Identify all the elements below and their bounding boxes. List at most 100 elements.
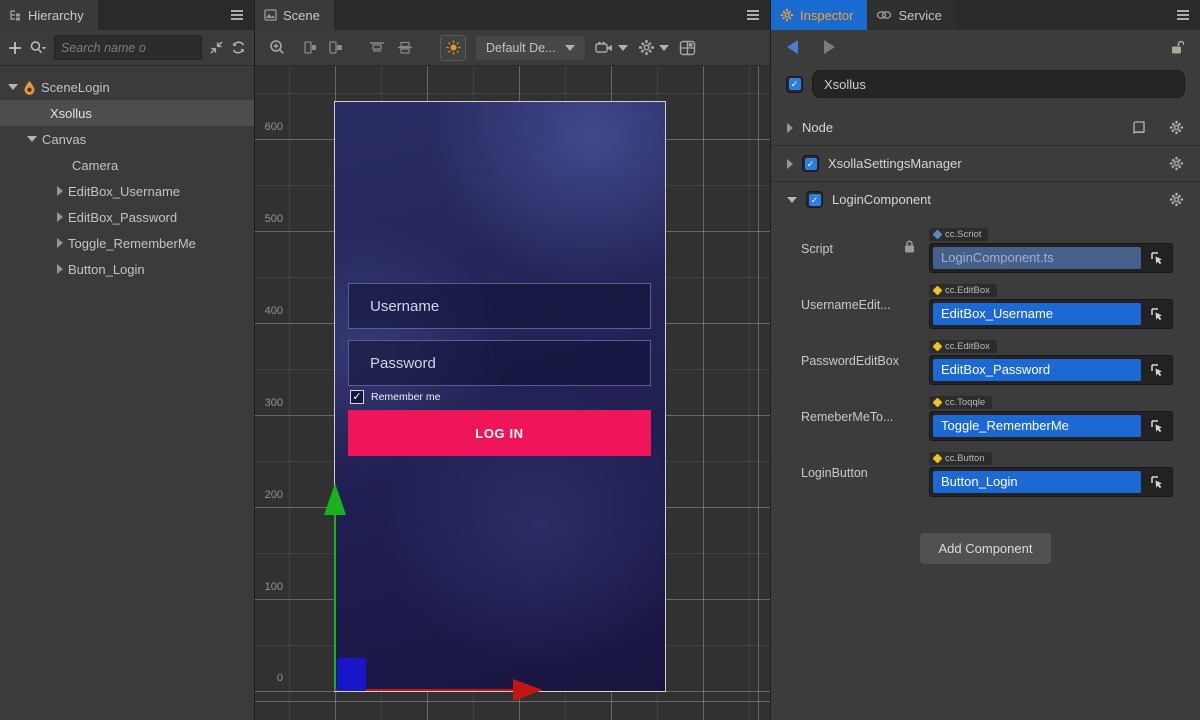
script-asset-field[interactable]: LoginComponent.ts <box>933 247 1141 269</box>
ruler-label: 500 <box>259 213 283 225</box>
device-resolution-dropdown[interactable]: Default De... <box>476 36 585 60</box>
expand-arrow-icon[interactable] <box>787 197 797 203</box>
tree-node-label: Toggle_RememberMe <box>68 236 196 251</box>
expand-arrow-icon[interactable] <box>8 84 18 90</box>
hierarchy-search-input[interactable] <box>61 41 195 55</box>
node-section-label: Node <box>802 120 833 135</box>
property-label: Script <box>801 225 929 273</box>
tree-node-scenelogin[interactable]: SceneLogin <box>0 74 254 100</box>
component-settings-gear-icon[interactable] <box>1169 156 1184 171</box>
component-enabled-checkbox[interactable]: ✓ <box>806 191 823 208</box>
node-picker-button[interactable] <box>1144 359 1169 381</box>
password-editbox[interactable]: Password <box>348 340 651 386</box>
password-editbox-property-row: PasswordEditBox cc.EditBox EditBox_Passw… <box>801 337 1186 385</box>
history-forward-button[interactable] <box>824 40 835 54</box>
x-axis-arrow-icon[interactable] <box>513 679 543 701</box>
node-picker-button[interactable] <box>1144 415 1169 437</box>
collapsed-arrow-icon[interactable] <box>57 186 63 196</box>
node-picker-button[interactable] <box>1144 303 1169 325</box>
collapse-all-icon[interactable] <box>209 40 224 55</box>
align-center-icon[interactable] <box>328 40 344 55</box>
y-axis-arrow-icon[interactable] <box>324 483 346 515</box>
align-left-icon[interactable] <box>302 40 318 55</box>
node-reference-field[interactable]: EditBox_Username <box>933 303 1141 325</box>
design-canvas[interactable]: Username Password ✓ Remember me LOG IN <box>335 102 665 691</box>
type-diamond-icon <box>933 286 943 296</box>
username-editbox-property-row: UsernameEdit... cc.EditBox EditBox_Usern… <box>801 281 1186 329</box>
zoom-tool-icon[interactable] <box>269 39 286 56</box>
tree-node-editbox-username[interactable]: EditBox_Username <box>0 178 254 204</box>
node-reference-field[interactable]: Button_Login <box>933 471 1141 493</box>
refresh-icon[interactable] <box>231 40 246 55</box>
tree-node-toggle-rememberme[interactable]: Toggle_RememberMe <box>0 230 254 256</box>
type-diamond-icon <box>933 342 943 352</box>
hierarchy-menu-icon[interactable] <box>220 0 254 30</box>
collapsed-arrow-icon[interactable] <box>57 212 63 222</box>
distribute-middle-icon[interactable] <box>396 40 414 55</box>
layout-grid-icon[interactable] <box>679 40 696 56</box>
type-diamond-icon <box>933 454 943 464</box>
login-button[interactable]: LOG IN <box>348 410 651 456</box>
tab-hierarchy[interactable]: Hierarchy <box>0 0 98 30</box>
collapsed-arrow-icon[interactable] <box>57 238 63 248</box>
create-node-button[interactable] <box>8 41 22 55</box>
node-reference-field[interactable]: Toggle_RememberMe <box>933 415 1141 437</box>
scene-menu-icon[interactable] <box>736 0 770 30</box>
node-ref-wrap: Toggle_RememberMe <box>929 411 1173 441</box>
login-component-header[interactable]: ✓ LoginComponent <box>771 182 1200 217</box>
tree-node-button-login[interactable]: Button_Login <box>0 256 254 282</box>
ruler-label: 0 <box>259 672 283 684</box>
unlock-icon[interactable] <box>1170 40 1184 55</box>
type-badge: cc.Toqqle <box>929 396 992 409</box>
scene-viewport[interactable]: 600 500 400 300 200 100 0 Username Passw… <box>255 66 770 720</box>
property-label: LoginButton <box>801 449 929 497</box>
node-reference-field[interactable]: EditBox_Password <box>933 359 1141 381</box>
tab-inspector[interactable]: Inspector <box>771 0 867 30</box>
inspector-tab-label: Inspector <box>800 8 853 23</box>
tree-node-xsollus[interactable]: Xsollus <box>0 100 254 126</box>
y-axis-gizmo[interactable] <box>334 515 336 691</box>
collapsed-arrow-icon[interactable] <box>57 264 63 274</box>
hierarchy-toolbar <box>0 30 254 66</box>
checkbox-checked-icon[interactable]: ✓ <box>350 390 364 404</box>
inspector-menu-icon[interactable] <box>1166 0 1200 30</box>
node-active-checkbox[interactable]: ✓ <box>786 76 803 93</box>
type-badge: cc.EditBox <box>929 284 997 297</box>
tree-node-camera[interactable]: Camera <box>0 152 254 178</box>
username-editbox[interactable]: Username <box>348 283 651 329</box>
hierarchy-tree: SceneLogin Xsollus Canvas Camera EditBox… <box>0 66 254 720</box>
password-placeholder: Password <box>370 355 436 372</box>
node-section-header[interactable]: Node <box>771 110 1200 145</box>
collapsed-arrow-icon[interactable] <box>787 123 793 133</box>
hierarchy-search-box <box>54 35 202 60</box>
history-back-button[interactable] <box>787 40 798 54</box>
distribute-top-icon[interactable] <box>368 40 386 55</box>
scene-light-toggle[interactable] <box>440 35 466 61</box>
origin-gizmo-handle[interactable] <box>337 658 366 691</box>
scene-settings-dropdown[interactable] <box>638 39 669 56</box>
ruler-label: 600 <box>259 121 283 133</box>
node-name-input[interactable] <box>812 70 1185 98</box>
camera-view-dropdown[interactable] <box>595 41 628 55</box>
property-value: cc.EditBox EditBox_Password <box>929 337 1173 385</box>
username-placeholder: Username <box>370 298 439 315</box>
tree-node-editbox-password[interactable]: EditBox_Password <box>0 204 254 230</box>
remember-me-label: Remember me <box>371 391 440 403</box>
tab-scene[interactable]: Scene <box>255 0 334 30</box>
tree-node-canvas[interactable]: Canvas <box>0 126 254 152</box>
tab-service[interactable]: Service <box>867 0 955 30</box>
expand-arrow-icon[interactable] <box>27 136 37 142</box>
collapsed-arrow-icon[interactable] <box>787 159 793 169</box>
chevron-down-icon <box>659 45 669 51</box>
component-settings-gear-icon[interactable] <box>1169 192 1184 207</box>
component-enabled-checkbox[interactable]: ✓ <box>802 155 819 172</box>
asset-picker-button[interactable] <box>1144 247 1169 269</box>
add-component-button[interactable]: Add Component <box>920 533 1052 564</box>
inspector-gear-icon <box>780 8 794 22</box>
remember-me-toggle[interactable]: ✓ Remember me <box>350 390 440 404</box>
node-settings-gear-icon[interactable] <box>1169 120 1184 135</box>
xsolla-settings-manager-header[interactable]: ✓ XsollaSettingsManager <box>771 146 1200 181</box>
docs-book-icon[interactable] <box>1131 121 1146 135</box>
node-picker-button[interactable] <box>1144 471 1169 493</box>
search-filter-icon[interactable] <box>29 40 47 55</box>
